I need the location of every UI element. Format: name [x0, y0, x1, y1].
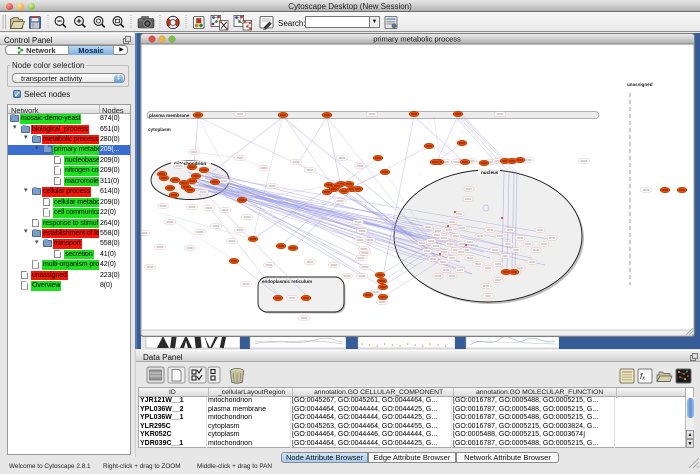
- svg-text:endoplasmic reticulum: endoplasmic reticulum: [262, 279, 312, 284]
- svg-text:nucleus: nucleus: [481, 170, 499, 175]
- svg-text:unassigned: unassigned: [627, 82, 653, 87]
- svg-text:plasma membrane: plasma membrane: [149, 113, 190, 118]
- svg-text:fₓ: fₓ: [640, 372, 645, 381]
- svg-text:primary metabolic process: primary metabolic process: [373, 35, 461, 44]
- svg-text:cytoplasm: cytoplasm: [148, 127, 171, 132]
